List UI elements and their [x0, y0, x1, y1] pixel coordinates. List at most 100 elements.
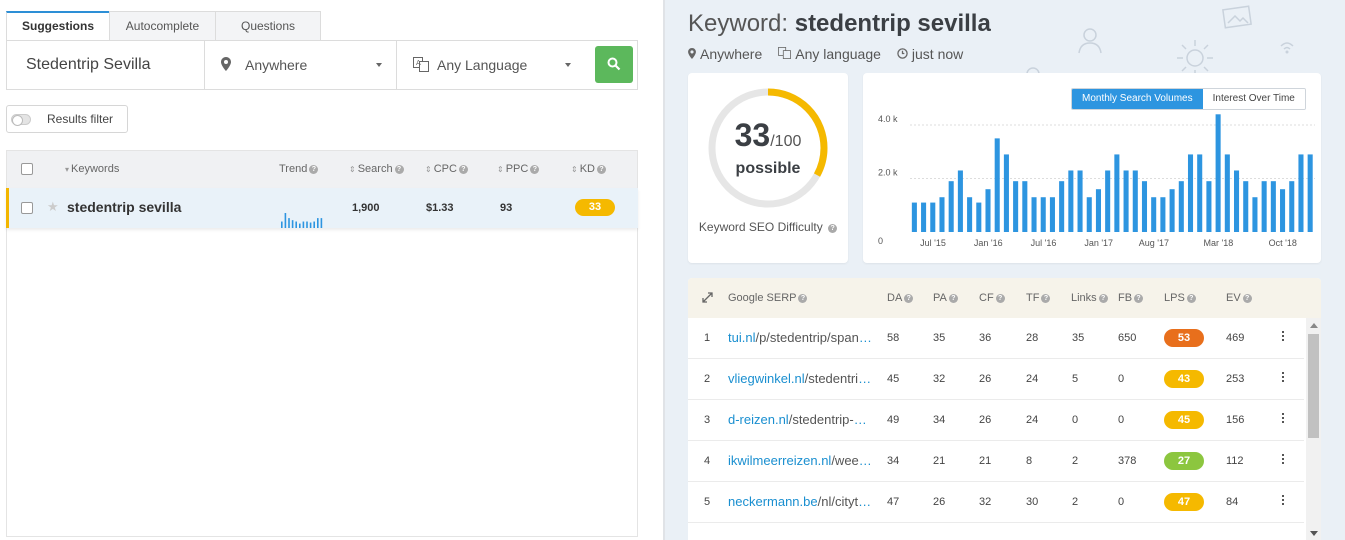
result-link[interactable]: neckermann.be/nl/citytrip/sevilla: [728, 482, 873, 522]
serp-scrollbar[interactable]: [1306, 318, 1321, 540]
serp-row[interactable]: 3 d-reizen.nl/stedentrip-sevilla 49 34 2…: [688, 400, 1304, 441]
pa-value: 26: [933, 496, 946, 508]
more-icon[interactable]: [1281, 372, 1285, 386]
sort-icon: ⇕: [425, 165, 432, 174]
result-link[interactable]: d-reizen.nl/stedentrip-sevilla: [728, 400, 873, 440]
bar: [1298, 154, 1304, 232]
tf-value: 24: [1026, 373, 1039, 385]
ev-value: 84: [1226, 496, 1239, 508]
monthly-search-volumes-button[interactable]: Monthly Search Volumes: [1072, 89, 1203, 109]
col-keywords[interactable]: ▾ Keywords: [65, 151, 119, 188]
bar: [1307, 154, 1313, 232]
bar: [1003, 154, 1009, 232]
help-icon[interactable]: ?: [458, 165, 468, 174]
location-select[interactable]: Anywhere: [205, 41, 397, 89]
bar: [911, 202, 917, 232]
keyword-row[interactable]: ★ stedentrip sevilla 1,900 $1.33 93 33: [6, 188, 638, 228]
tab-suggestions[interactable]: Suggestions: [6, 11, 110, 41]
tab-autocomplete[interactable]: Autocomplete: [109, 11, 216, 41]
help-icon[interactable]: ?: [995, 294, 1005, 303]
chart-toggle: Monthly Search Volumes Interest Over Tim…: [1071, 88, 1306, 110]
keyword-meta: Anywhere Any language just now: [688, 46, 963, 62]
help-icon[interactable]: ?: [1134, 294, 1144, 303]
chevron-down-icon: [565, 63, 571, 67]
bar: [1243, 181, 1249, 232]
search-bar: Stedentrip Sevilla Anywhere A Any Langua…: [6, 40, 638, 90]
bar: [1234, 170, 1240, 232]
col-fb: FB?: [1118, 278, 1144, 318]
search-icon: [607, 57, 621, 71]
more-icon[interactable]: [1281, 454, 1285, 468]
scroll-thumb[interactable]: [1308, 334, 1319, 438]
da-value: 58: [887, 332, 900, 344]
serp-row[interactable]: 5 neckermann.be/nl/citytrip/sevilla 47 2…: [688, 482, 1304, 523]
col-cpc[interactable]: ⇕ CPC?: [425, 151, 468, 188]
trend-bar: [320, 218, 323, 228]
col-ppc[interactable]: ⇕ PPC?: [497, 151, 540, 188]
help-icon[interactable]: ?: [798, 294, 808, 303]
kd-card: 33/100 possible Keyword SEO Difficulty ?: [688, 73, 848, 263]
serp-row[interactable]: 2 vliegwinkel.nl/stedentrip-sevilla 45 3…: [688, 359, 1304, 400]
bar: [1160, 197, 1166, 232]
rank: 4: [704, 455, 711, 467]
tab-questions[interactable]: Questions: [215, 11, 321, 41]
result-link[interactable]: tui.nl/p/stedentrip/spanje/sevilla: [728, 318, 873, 358]
language-select[interactable]: A Any Language: [397, 41, 585, 89]
keyword-input[interactable]: Stedentrip Sevilla: [7, 41, 205, 89]
col-kd[interactable]: ⇕ KD?: [571, 151, 606, 188]
kd-verdict: possible: [735, 160, 801, 177]
tf-value: 8: [1026, 455, 1033, 467]
bar: [957, 170, 963, 232]
help-icon[interactable]: ?: [904, 294, 914, 303]
interest-over-time-button[interactable]: Interest Over Time: [1202, 89, 1305, 109]
bar: [948, 181, 954, 232]
scroll-down-icon[interactable]: [1310, 531, 1318, 536]
help-icon[interactable]: ?: [948, 294, 958, 303]
fb-value: 0: [1118, 414, 1125, 426]
help-icon[interactable]: ?: [596, 165, 606, 174]
cf-value: 32: [979, 496, 992, 508]
trend-bar: [306, 221, 308, 228]
help-icon[interactable]: ?: [530, 165, 540, 174]
help-icon[interactable]: ?: [828, 224, 838, 233]
cf-value: 21: [979, 455, 992, 467]
x-tick-label: Jul '16: [1031, 238, 1057, 248]
bar: [1132, 170, 1138, 232]
help-icon[interactable]: ?: [309, 165, 319, 174]
result-link[interactable]: vliegwinkel.nl/stedentrip-sevilla: [728, 359, 873, 399]
result-link[interactable]: ikwilmeerreizen.nl/weekendje-sevilla: [728, 441, 873, 481]
fb-value: 378: [1118, 455, 1137, 467]
ev-value: 469: [1226, 332, 1245, 344]
help-icon[interactable]: ?: [1242, 294, 1252, 303]
help-icon[interactable]: ?: [1186, 294, 1196, 303]
more-icon[interactable]: [1281, 413, 1285, 427]
row-checkbox[interactable]: [21, 202, 33, 214]
rank: 1: [704, 332, 711, 344]
sun-deco-icon: [1177, 40, 1213, 76]
sort-icon: ⇕: [497, 165, 504, 174]
more-icon[interactable]: [1281, 495, 1285, 509]
help-icon[interactable]: ?: [394, 165, 404, 174]
map-pin-icon: [688, 48, 696, 62]
star-icon[interactable]: ★: [47, 199, 59, 215]
results-filter-button[interactable]: Results filter: [6, 105, 128, 133]
ev-value: 112: [1226, 455, 1244, 467]
help-icon[interactable]: ?: [1098, 294, 1108, 303]
bar: [1215, 114, 1221, 232]
scroll-up-icon[interactable]: [1310, 323, 1318, 328]
serp-row[interactable]: 4 ikwilmeerreizen.nl/weekendje-sevilla 3…: [688, 441, 1304, 482]
help-icon[interactable]: ?: [1041, 294, 1051, 303]
expand-icon[interactable]: [702, 292, 713, 303]
serp-row[interactable]: 1 tui.nl/p/stedentrip/spanje/sevilla 58 …: [688, 318, 1304, 359]
links-value: 35: [1072, 332, 1085, 344]
col-google-serp: Google SERP?: [728, 278, 808, 318]
col-search[interactable]: ⇕ Search?: [349, 151, 404, 188]
bar: [921, 202, 927, 232]
select-all-checkbox[interactable]: [21, 163, 33, 175]
search-button[interactable]: [595, 46, 633, 83]
col-trend: Trend?: [279, 151, 319, 188]
da-value: 49: [887, 414, 900, 426]
bar: [1059, 181, 1065, 232]
more-icon[interactable]: [1281, 331, 1285, 345]
filter-toggle[interactable]: [11, 114, 31, 126]
